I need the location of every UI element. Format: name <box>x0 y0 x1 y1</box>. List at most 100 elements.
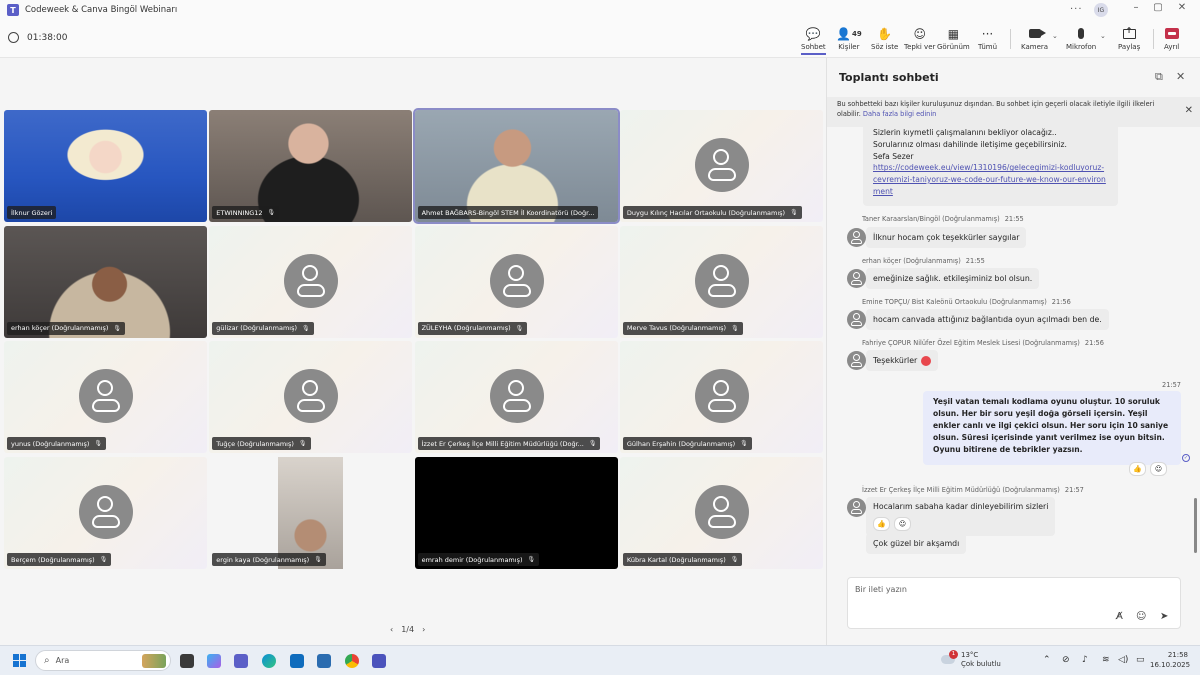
next-page-button[interactable]: › <box>422 625 425 634</box>
popout-icon[interactable]: ⧉ <box>1155 70 1163 84</box>
participant-tile[interactable]: Kübra Kartal (Doğrulanmamış) 🎙 <box>619 457 823 570</box>
participant-tile[interactable]: ergin kaya (Doğrulanmamış) 🎙 <box>209 457 413 570</box>
participant-name-tag: gülizar (Doğrulanmamış) 🎙 <box>212 321 314 335</box>
participant-tile[interactable]: İlknur Gözeri <box>4 110 207 222</box>
participant-name-tag: İlknur Gözeri <box>7 206 57 219</box>
participant-avatar-icon <box>694 485 749 540</box>
participant-tile[interactable]: erhan köçer (Doğrulanmamış) 🎙 <box>4 225 207 338</box>
share-button[interactable]: Paylaş <box>1118 25 1140 55</box>
participant-tile[interactable]: Ahmet BAĞBARS-Bingöl STEM İl Koordinatör… <box>412 108 620 224</box>
my-message-time: 21:57 <box>1162 381 1182 389</box>
teams-logo-icon: T <box>7 4 19 16</box>
tray-overflow-icon[interactable]: ⌃ <box>1043 655 1051 665</box>
participant-tile[interactable]: gülizar (Doğrulanmamış) 🎙 <box>209 225 413 338</box>
more-button[interactable]: ··· Tümü <box>978 25 997 55</box>
message-sender: Taner Karaarslan/Bingöl (Doğrulanmamış) 2… <box>862 215 1024 223</box>
dismiss-notice-icon[interactable]: ✕ <box>1185 104 1193 119</box>
weather-widget[interactable]: 1 13°C Çok bulutlu <box>941 650 1001 669</box>
smiley-icon: ☺ <box>913 26 926 41</box>
people-button[interactable]: 👤 49 Kişiler <box>836 25 862 55</box>
participant-name: Kübra Kartal (Doğrulanmamış) <box>626 555 726 564</box>
store-icon[interactable] <box>317 654 331 668</box>
edge-icon[interactable] <box>262 654 276 668</box>
emoji-icon[interactable]: ☺ <box>1136 611 1146 622</box>
minimize-icon[interactable]: – <box>1124 2 1148 13</box>
participant-tile[interactable]: Duygu Kılınç Hacılar Ortaokulu (Doğrulan… <box>619 110 823 222</box>
mic-muted-icon: 🎙 <box>731 324 739 332</box>
view-button[interactable]: ▦ Görünüm <box>937 25 970 55</box>
participant-name-tag: Berçem (Doğrulanmamış) 🎙 <box>7 553 112 567</box>
participant-tile[interactable]: İzzet Er Çerkeş İlçe Milli Eğitim Müdürl… <box>414 341 618 454</box>
mic-muted-icon: 🎙 <box>740 440 748 448</box>
close-chat-icon[interactable]: ✕ <box>1176 70 1185 83</box>
react-button[interactable]: ☺ Tepki ver <box>904 25 935 55</box>
mic-muted-icon[interactable]: ♪ <box>1082 655 1088 665</box>
send-icon[interactable]: ➤ <box>1160 611 1168 622</box>
participant-name-tag: emrah demir (Doğrulanmamış) 🎙 <box>417 553 540 567</box>
prev-page-button[interactable]: ‹ <box>390 625 393 634</box>
no-network-icon[interactable]: ⊘ <box>1062 655 1070 665</box>
participant-tile[interactable]: ZÜLEYHA (Doğrulanmamış) 🎙 <box>414 225 618 338</box>
participant-tile[interactable]: ETWINNING12 🎙 <box>209 110 413 222</box>
heart-eyes-emoji-icon <box>921 355 932 366</box>
leave-button[interactable]: Ayrıl <box>1164 25 1179 55</box>
camera-options-chevron-icon[interactable]: ⌄ <box>1052 32 1058 40</box>
mic-button[interactable]: Mikrofon <box>1066 25 1096 55</box>
sender-avatar <box>847 269 866 288</box>
chat-button[interactable]: 💬 Sohbet <box>801 25 826 55</box>
raise-hand-button[interactable]: ✋ Söz iste <box>871 25 898 55</box>
participant-tile[interactable]: Merve Tavus (Doğrulanmamış) 🎙 <box>619 225 823 338</box>
participant-tile[interactable]: yunus (Doğrulanmamış) 🎙 <box>4 341 207 454</box>
participant-name-tag: ETWINNING12 🎙 <box>212 206 280 219</box>
mic-muted-icon: 🎙 <box>267 209 276 216</box>
clock-time: 21:58 <box>1167 651 1188 659</box>
user-avatar[interactable]: IG <box>1094 3 1108 17</box>
title-bar: T Codeweek & Canva Bingöl Webinarı ··· I… <box>0 0 1200 20</box>
participant-tile[interactable]: Gülhan Erşahin (Doğrulanmamış) 🎙 <box>619 341 823 454</box>
format-icon[interactable]: A̸ <box>1116 611 1123 622</box>
add-reaction-icon[interactable]: ☺ <box>894 517 911 531</box>
thumbs-up-reaction-icon[interactable]: 👍 <box>1129 462 1146 476</box>
maximize-icon[interactable]: ▢ <box>1146 2 1170 13</box>
teams-meeting-icon[interactable] <box>372 654 386 668</box>
message-sender: Fahriye ÇOPUR Nilüfer Özel Eğitim Meslek… <box>862 339 1104 347</box>
thumbs-up-reaction-icon[interactable]: 👍 <box>873 517 890 531</box>
mic-muted-icon: 🎙 <box>730 556 739 564</box>
message-sender: Emine TOPÇU/ Bist Kaleönü Ortaokulu (Doğ… <box>862 298 1071 306</box>
participant-tile[interactable]: Berçem (Doğrulanmamış) 🎙 <box>4 457 207 570</box>
message-line: Sorularınız olması dahilinde iletişime g… <box>873 139 1067 149</box>
more-options-icon[interactable]: ··· <box>1070 4 1083 15</box>
task-view-icon[interactable] <box>180 654 194 668</box>
battery-icon[interactable]: ▭ <box>1136 655 1145 665</box>
toolbar-divider <box>1153 29 1154 49</box>
taskbar-clock[interactable]: 21:58 16.10.2025 <box>1150 651 1190 671</box>
participant-tile[interactable]: Tuğçe (Doğrulanmamış) 🎙 <box>209 341 413 454</box>
window-title: Codeweek & Canva Bingöl Webinarı <box>25 5 178 15</box>
windows-start-icon[interactable] <box>13 654 26 667</box>
learn-more-link[interactable]: Daha fazla bilgi edinin <box>863 110 936 118</box>
message-reactions: 👍 ☺ <box>1129 462 1167 476</box>
temperature: 13°C <box>961 651 979 659</box>
codeweek-link[interactable]: https://codeweek.eu/view/1310196/geleceg… <box>873 162 1108 197</box>
message-input[interactable] <box>855 585 1155 594</box>
participant-name: Duygu Kılınç Hacılar Ortaokulu (Doğrulan… <box>626 208 786 217</box>
teams-icon[interactable] <box>234 654 248 668</box>
chat-message: hocam canvada attığınız bağlantıda oyun … <box>866 309 1109 330</box>
participant-name: İzzet Er Çerkeş İlçe Milli Eğitim Müdürl… <box>421 439 584 448</box>
message-sender: İzzet Er Çerkeş İlçe Milli Eğitim Müdürl… <box>862 486 1084 494</box>
add-reaction-icon[interactable]: ☺ <box>1150 462 1167 476</box>
search-icon: ⌕ <box>44 655 50 666</box>
copilot-icon[interactable] <box>207 654 221 668</box>
participant-avatar-icon <box>284 369 339 424</box>
mic-options-chevron-icon[interactable]: ⌄ <box>1100 32 1106 40</box>
chrome-icon[interactable] <box>345 654 359 668</box>
mail-icon[interactable] <box>290 654 304 668</box>
participant-avatar-icon <box>489 253 544 308</box>
taskbar-search[interactable]: ⌕ Ara <box>35 650 171 671</box>
speaker-icon[interactable]: ◁) <box>1118 655 1128 665</box>
chat-scrollbar[interactable] <box>1194 498 1197 553</box>
participant-tile[interactable]: emrah demir (Doğrulanmamış) 🎙 <box>414 457 618 570</box>
close-window-icon[interactable]: ✕ <box>1170 2 1194 13</box>
wifi-icon[interactable]: ≋ <box>1102 655 1110 665</box>
camera-button[interactable]: Kamera <box>1021 25 1048 55</box>
